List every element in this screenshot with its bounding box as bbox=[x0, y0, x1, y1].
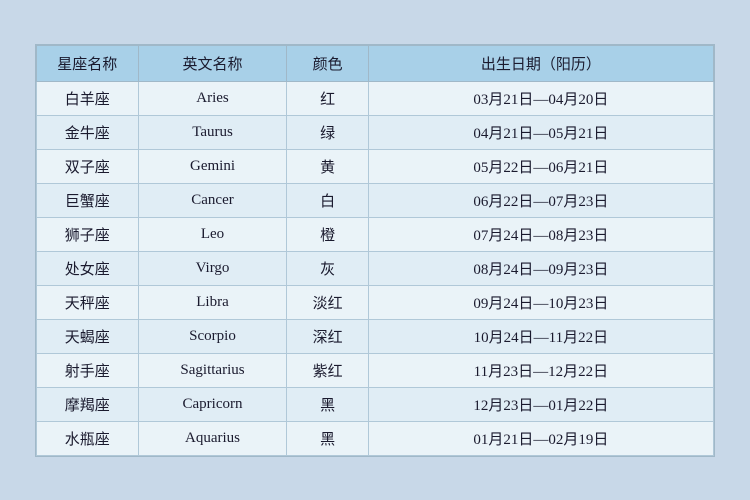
header-color: 颜色 bbox=[287, 45, 368, 81]
cell-date: 09月24日—10月23日 bbox=[368, 285, 713, 319]
table-row: 天蝎座Scorpio深红10月24日—11月22日 bbox=[37, 319, 714, 353]
table-row: 水瓶座Aquarius黑01月21日—02月19日 bbox=[37, 421, 714, 455]
header-date: 出生日期（阳历） bbox=[368, 45, 713, 81]
table-row: 巨蟹座Cancer白06月22日—07月23日 bbox=[37, 183, 714, 217]
cell-color: 紫红 bbox=[287, 353, 368, 387]
cell-english: Capricorn bbox=[138, 387, 287, 421]
table-row: 双子座Gemini黄05月22日—06月21日 bbox=[37, 149, 714, 183]
cell-english: Scorpio bbox=[138, 319, 287, 353]
cell-chinese: 双子座 bbox=[37, 149, 139, 183]
cell-color: 黑 bbox=[287, 421, 368, 455]
cell-date: 07月24日—08月23日 bbox=[368, 217, 713, 251]
cell-color: 橙 bbox=[287, 217, 368, 251]
cell-color: 白 bbox=[287, 183, 368, 217]
cell-date: 03月21日—04月20日 bbox=[368, 81, 713, 115]
cell-color: 黑 bbox=[287, 387, 368, 421]
table-row: 金牛座Taurus绿04月21日—05月21日 bbox=[37, 115, 714, 149]
cell-date: 12月23日—01月22日 bbox=[368, 387, 713, 421]
cell-color: 淡红 bbox=[287, 285, 368, 319]
cell-chinese: 狮子座 bbox=[37, 217, 139, 251]
cell-date: 11月23日—12月22日 bbox=[368, 353, 713, 387]
zodiac-table: 星座名称 英文名称 颜色 出生日期（阳历） 白羊座Aries红03月21日—04… bbox=[36, 45, 714, 456]
cell-date: 06月22日—07月23日 bbox=[368, 183, 713, 217]
cell-color: 黄 bbox=[287, 149, 368, 183]
cell-date: 05月22日—06月21日 bbox=[368, 149, 713, 183]
cell-color: 深红 bbox=[287, 319, 368, 353]
cell-chinese: 射手座 bbox=[37, 353, 139, 387]
cell-english: Aries bbox=[138, 81, 287, 115]
cell-chinese: 金牛座 bbox=[37, 115, 139, 149]
cell-date: 01月21日—02月19日 bbox=[368, 421, 713, 455]
table-header-row: 星座名称 英文名称 颜色 出生日期（阳历） bbox=[37, 45, 714, 81]
cell-chinese: 水瓶座 bbox=[37, 421, 139, 455]
cell-chinese: 天蝎座 bbox=[37, 319, 139, 353]
header-english: 英文名称 bbox=[138, 45, 287, 81]
cell-color: 绿 bbox=[287, 115, 368, 149]
table-row: 摩羯座Capricorn黑12月23日—01月22日 bbox=[37, 387, 714, 421]
cell-chinese: 巨蟹座 bbox=[37, 183, 139, 217]
zodiac-table-container: 星座名称 英文名称 颜色 出生日期（阳历） 白羊座Aries红03月21日—04… bbox=[35, 44, 715, 457]
cell-english: Sagittarius bbox=[138, 353, 287, 387]
header-chinese: 星座名称 bbox=[37, 45, 139, 81]
cell-color: 灰 bbox=[287, 251, 368, 285]
cell-english: Gemini bbox=[138, 149, 287, 183]
cell-english: Virgo bbox=[138, 251, 287, 285]
cell-date: 08月24日—09月23日 bbox=[368, 251, 713, 285]
cell-date: 04月21日—05月21日 bbox=[368, 115, 713, 149]
cell-chinese: 处女座 bbox=[37, 251, 139, 285]
table-row: 狮子座Leo橙07月24日—08月23日 bbox=[37, 217, 714, 251]
cell-english: Aquarius bbox=[138, 421, 287, 455]
cell-date: 10月24日—11月22日 bbox=[368, 319, 713, 353]
cell-color: 红 bbox=[287, 81, 368, 115]
cell-chinese: 天秤座 bbox=[37, 285, 139, 319]
cell-english: Cancer bbox=[138, 183, 287, 217]
table-row: 白羊座Aries红03月21日—04月20日 bbox=[37, 81, 714, 115]
cell-chinese: 白羊座 bbox=[37, 81, 139, 115]
table-row: 射手座Sagittarius紫红11月23日—12月22日 bbox=[37, 353, 714, 387]
cell-chinese: 摩羯座 bbox=[37, 387, 139, 421]
table-row: 天秤座Libra淡红09月24日—10月23日 bbox=[37, 285, 714, 319]
cell-english: Taurus bbox=[138, 115, 287, 149]
table-row: 处女座Virgo灰08月24日—09月23日 bbox=[37, 251, 714, 285]
cell-english: Leo bbox=[138, 217, 287, 251]
table-body: 白羊座Aries红03月21日—04月20日金牛座Taurus绿04月21日—0… bbox=[37, 81, 714, 455]
cell-english: Libra bbox=[138, 285, 287, 319]
